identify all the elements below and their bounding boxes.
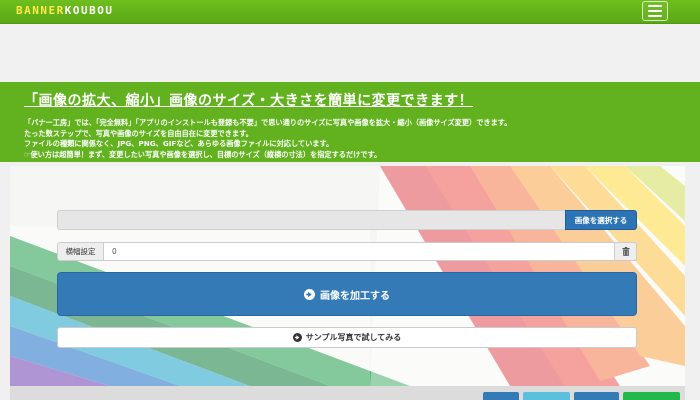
footer-button-1[interactable] — [483, 392, 519, 400]
ad-space — [0, 24, 700, 82]
clear-width-button[interactable] — [615, 242, 637, 261]
width-input[interactable]: 0 — [104, 242, 615, 261]
arrow-circle-right-icon — [292, 333, 302, 342]
hamburger-icon — [648, 5, 662, 7]
hero-line-1: 「バナー工房」では、「完全無料」「アプリのインストールも登録も不要」で思い通りの… — [24, 118, 512, 127]
hero-title: 「画像の拡大、縮小」画像のサイズ・大きさを簡単に変更できます！ — [24, 93, 474, 109]
width-setting-group: 横幅設定 0 — [57, 242, 637, 261]
select-image-button[interactable]: 画像を選択する — [565, 210, 637, 230]
hamburger-icon — [648, 10, 662, 12]
brand-text-banner: BANNER — [16, 4, 65, 17]
hero-line-2: たった数ステップで、写真や画像のサイズを自由自在に変更できます。 — [24, 128, 253, 138]
try-sample-button[interactable]: サンプル写真で試してみる — [57, 327, 637, 348]
footer-button-4[interactable] — [623, 392, 680, 400]
hero-line-4: ☞使い方は超簡単！まず、変更したい写真や画像を選択し、目標のサイズ（縦横の寸法）… — [24, 150, 700, 161]
file-path-input[interactable] — [57, 210, 565, 230]
hamburger-icon — [648, 15, 662, 17]
arrow-circle-right-icon — [304, 288, 315, 300]
process-image-label: 画像を加工する — [320, 290, 390, 302]
brand-logo[interactable]: BANNERKOUBOU — [16, 4, 114, 17]
hero-line-3: ファイルの種類に関係なく、JPG、PNG、GIFなど、あらゆる画像ファイルに対応… — [24, 139, 334, 148]
navbar: BANNERKOUBOU — [0, 0, 700, 24]
hero-line-4-text: 使い方は超簡単！まず、変更したい写真や画像を選択し、目標のサイズ（縦横の寸法）を… — [30, 149, 382, 159]
footer-button-3[interactable] — [574, 392, 619, 400]
process-image-button[interactable]: 画像を加工する — [57, 272, 637, 316]
width-label: 横幅設定 — [57, 242, 104, 261]
footer-button-2[interactable] — [523, 392, 570, 400]
brand-text-koubou: KOUBOU — [64, 4, 114, 17]
navbar-toggle-button[interactable] — [642, 1, 668, 21]
trash-icon — [622, 247, 629, 256]
try-sample-label: サンプル写真で試してみる — [305, 333, 402, 342]
file-select-group: 画像を選択する — [57, 210, 637, 230]
hero-banner: 「画像の拡大、縮小」画像のサイズ・大きさを簡単に変更できます！ 「バナー工房」で… — [0, 82, 700, 162]
